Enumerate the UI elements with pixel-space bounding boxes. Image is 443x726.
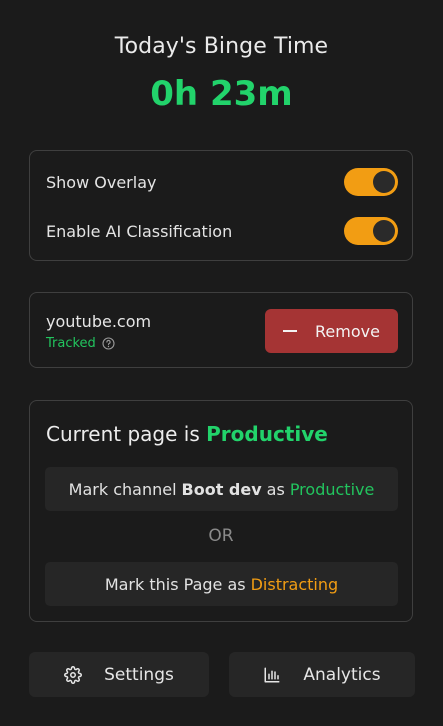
current-page-prefix: Current page is bbox=[46, 422, 200, 446]
mark-page-prefix: Mark this Page as bbox=[104, 574, 246, 594]
mark-page-button[interactable]: Mark this Page as Distracting bbox=[45, 562, 398, 606]
mark-channel-prefix: Mark channel bbox=[68, 479, 177, 499]
classification-card: Current page is Productive Mark channel … bbox=[29, 400, 413, 622]
mark-page-target: Distracting bbox=[250, 574, 339, 594]
page-title: Today's Binge Time bbox=[114, 34, 329, 59]
site-status: Tracked bbox=[46, 336, 115, 351]
settings-button[interactable]: Settings bbox=[29, 652, 209, 697]
ai-classification-toggle[interactable] bbox=[344, 217, 398, 245]
mark-channel-button[interactable]: Mark channel Boot dev as Productive bbox=[45, 467, 398, 511]
channel-name: Boot dev bbox=[181, 479, 262, 499]
header: Today's Binge Time 0h 23m bbox=[0, 30, 443, 114]
analytics-button[interactable]: Analytics bbox=[229, 652, 415, 697]
toggle-knob bbox=[373, 171, 395, 193]
settings-card: Show Overlay Enable AI Classification bbox=[29, 150, 413, 261]
remove-button[interactable]: Remove bbox=[265, 309, 398, 353]
current-page-status: Current page is Productive bbox=[46, 422, 328, 446]
show-overlay-row: Show Overlay bbox=[46, 167, 398, 197]
site-card: youtube.com Tracked Remove bbox=[29, 292, 413, 368]
mark-channel-as: as bbox=[266, 479, 285, 499]
minus-icon bbox=[283, 330, 298, 332]
show-overlay-toggle[interactable] bbox=[344, 168, 398, 196]
current-page-classification: Productive bbox=[206, 422, 328, 446]
ai-classification-label: Enable AI Classification bbox=[46, 221, 233, 241]
mark-channel-target: Productive bbox=[289, 479, 375, 499]
remove-button-label: Remove bbox=[315, 321, 380, 341]
site-name: youtube.com bbox=[46, 312, 152, 331]
or-divider: OR bbox=[208, 526, 234, 546]
settings-button-label: Settings bbox=[104, 664, 174, 685]
toggle-knob bbox=[373, 220, 395, 242]
ai-classification-row: Enable AI Classification bbox=[46, 216, 398, 246]
gear-icon bbox=[64, 665, 83, 684]
show-overlay-label: Show Overlay bbox=[46, 172, 157, 192]
help-circle-icon[interactable] bbox=[102, 337, 115, 350]
site-status-label: Tracked bbox=[46, 336, 96, 351]
analytics-button-label: Analytics bbox=[303, 664, 381, 685]
binge-time-value: 0h 23m bbox=[150, 74, 293, 114]
bar-chart-icon bbox=[263, 666, 281, 684]
